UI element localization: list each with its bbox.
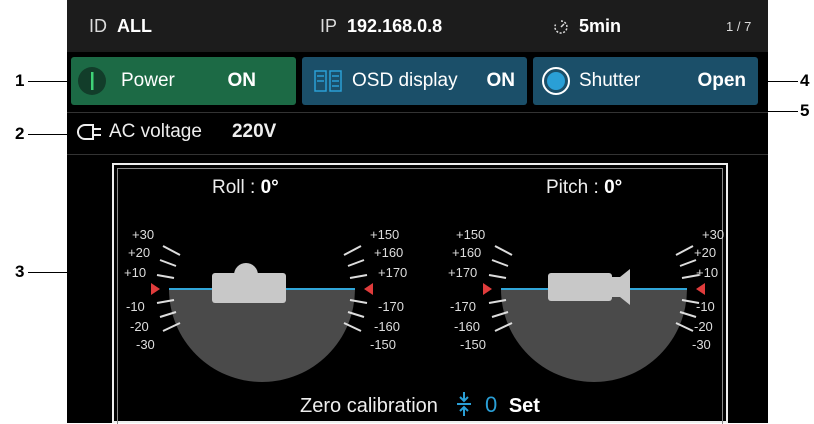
ac-voltage-label: AC voltage: [109, 121, 202, 142]
ip-value: 192.168.0.8: [347, 16, 443, 36]
roll-left-marker: [151, 283, 160, 295]
osd-display-icon: [314, 70, 342, 92]
roll-right-tick-label: -170: [378, 299, 405, 314]
shutter-label: Shutter: [579, 70, 641, 91]
zero-calibration-set-button[interactable]: Set: [509, 395, 540, 417]
attitude-panel: Roll : 0° Pitch : 0° +30 +20 +10 -10 -20…: [112, 163, 728, 424]
gauges-graphic: [151, 245, 705, 416]
pitch-ground-semicircle: [501, 289, 687, 382]
roll-left-tick-label: +20: [128, 245, 151, 260]
shutter-icon: [542, 67, 570, 95]
pitch-right-tick-label: -10: [696, 299, 715, 314]
pitch-left-marker: [483, 283, 492, 295]
roll-right-tick-label: -150: [370, 337, 397, 352]
pitch-left-tick-label: +160: [452, 245, 482, 260]
timer-icon: [554, 19, 568, 34]
id-field: ID ALL: [89, 16, 152, 37]
status-bar: ID ALL IP 192.168.0.8 5min 1 / 7: [67, 0, 768, 52]
timer-field: 5min: [553, 16, 621, 37]
device-screen: ID ALL IP 192.168.0.8 5min 1 / 7 Power O…: [67, 0, 768, 424]
pitch-gauge: [483, 245, 705, 382]
roll-left-tick-label: -30: [136, 337, 155, 352]
roll-left-tick-label: -20: [130, 319, 149, 334]
power-label: Power: [121, 70, 175, 91]
callout-4: 4: [800, 71, 810, 90]
pitch-left-tick-label: +150: [456, 227, 486, 242]
timer-value: 5min: [579, 16, 622, 36]
callout-2: 2: [15, 124, 25, 143]
pitch-left-tick-label: -160: [454, 319, 481, 334]
id-label: ID: [89, 16, 107, 36]
pitch-left-tick-label: -170: [450, 299, 477, 314]
roll-left-tick-label: +10: [124, 265, 147, 280]
power-button[interactable]: Power ON: [71, 57, 296, 105]
pitch-left-tick-label: +170: [448, 265, 478, 280]
divider: [67, 112, 768, 113]
pitch-right-tick-label: -30: [692, 337, 711, 352]
shutter-value: Open: [697, 70, 746, 91]
roll-camera-icon: [212, 263, 286, 303]
callout-3: 3: [15, 262, 25, 281]
roll-right-tick-label: +150: [370, 227, 400, 242]
ac-voltage-row: AC voltage 220V: [77, 121, 276, 143]
roll-left-tick-label: -10: [126, 299, 145, 314]
ip-label: IP: [320, 16, 338, 36]
power-icon: [78, 67, 106, 95]
divider: [67, 154, 768, 155]
pitch-right-marker: [696, 283, 705, 295]
osd-display-label: OSD display: [352, 70, 458, 91]
id-value: ALL: [117, 16, 153, 36]
power-value: ON: [227, 70, 257, 91]
pitch-right-tick-label: +20: [694, 245, 717, 260]
page-indicator: 1 / 7: [726, 19, 752, 34]
roll-left-tick-label: +30: [132, 227, 155, 242]
zero-calibration-value: 0: [485, 392, 498, 417]
pitch-right-tick-label: -20: [694, 319, 713, 334]
shutter-button[interactable]: Shutter Open: [533, 57, 758, 105]
pitch-right-tick-label: +30: [702, 227, 725, 242]
pitch-right-tick-label: +10: [696, 265, 719, 280]
plug-icon: [77, 124, 101, 140]
pitch-left-tick-label: -150: [460, 337, 487, 352]
callout-1: 1: [15, 71, 25, 90]
roll-right-tick-label: +170: [378, 265, 408, 280]
ip-field: IP 192.168.0.8: [320, 16, 442, 37]
osd-display-button[interactable]: OSD display ON: [302, 57, 527, 105]
osd-display-value: ON: [486, 70, 516, 91]
zero-calibration-row: Zero calibration 0 Set: [114, 392, 726, 418]
roll-right-tick-label: -160: [374, 319, 401, 334]
callout-5: 5: [800, 101, 810, 120]
roll-right-tick-label: +160: [374, 245, 404, 260]
zero-calibration-label: Zero calibration: [300, 395, 438, 417]
ac-voltage-value: 220V: [231, 121, 277, 142]
roll-right-marker: [364, 283, 373, 295]
roll-gauge: [151, 245, 373, 382]
